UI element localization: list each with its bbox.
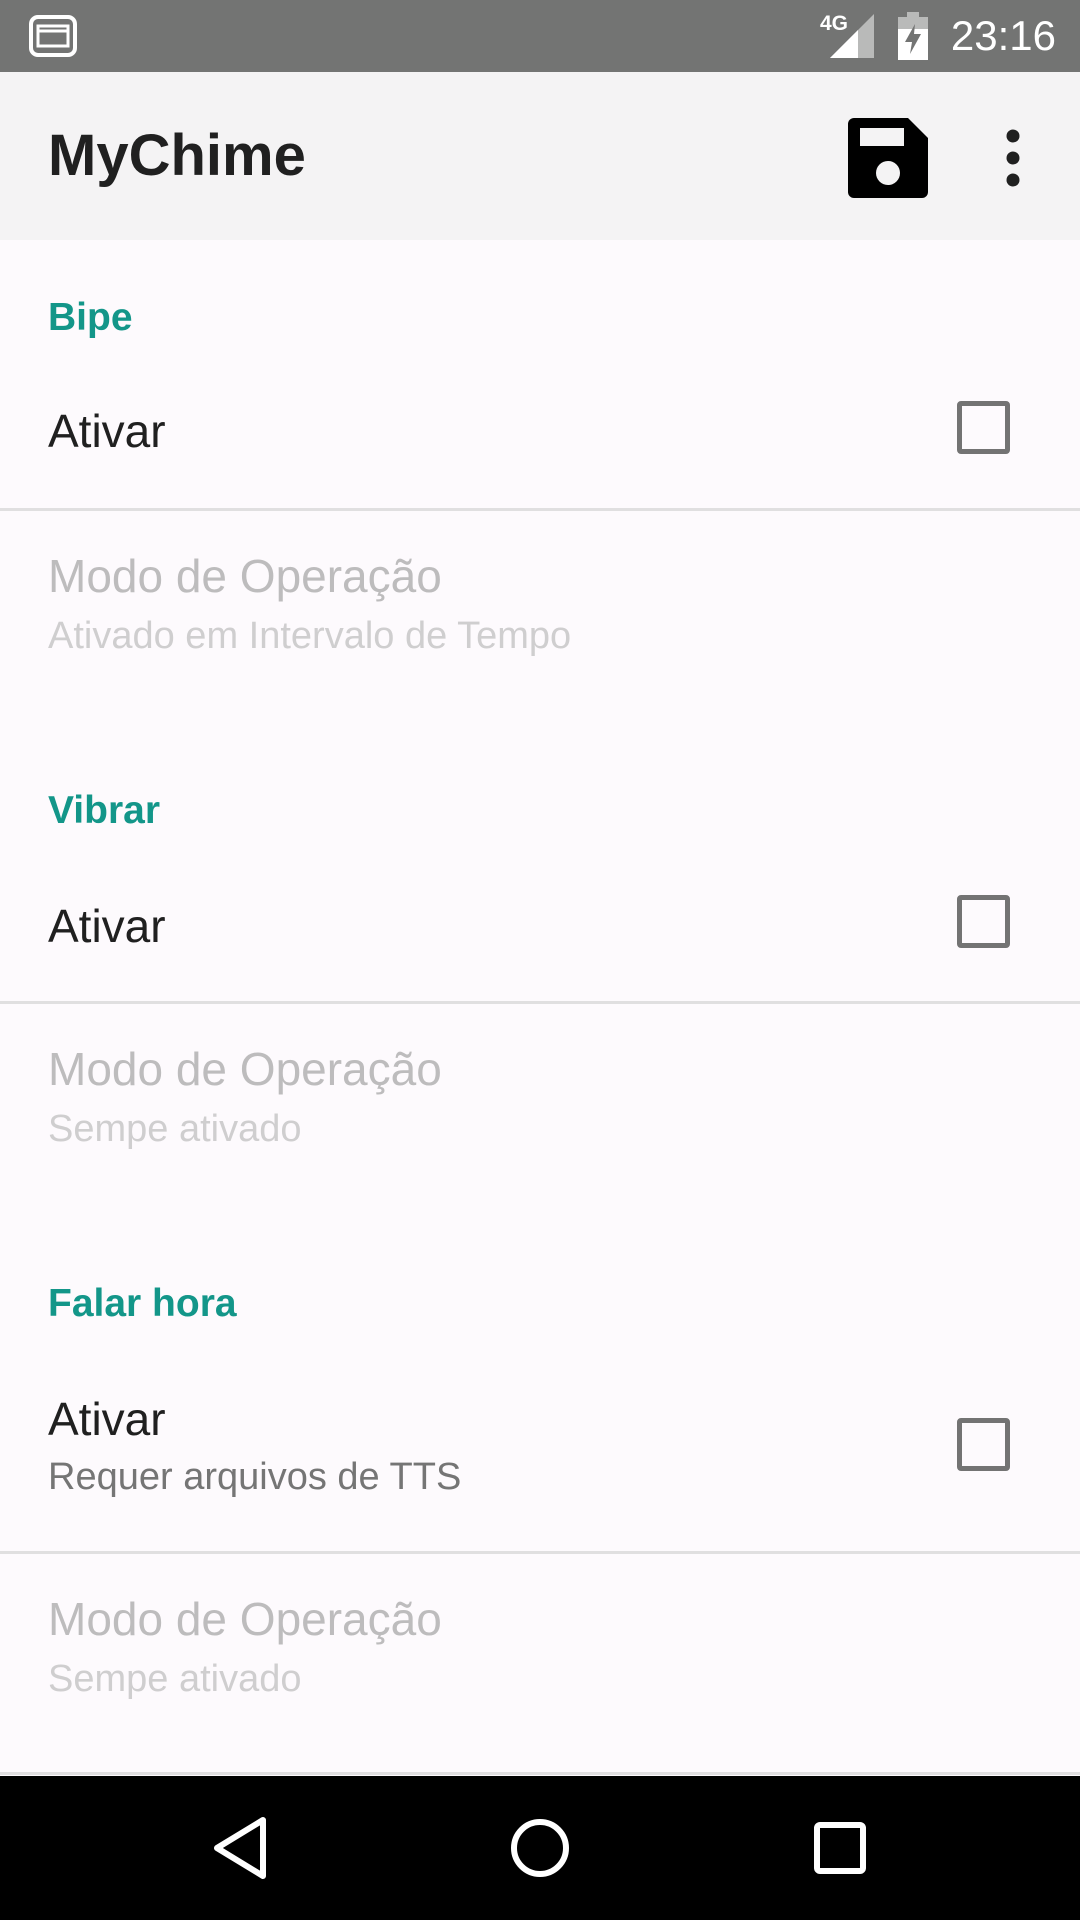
preference-row-bipe-mode[interactable]: Modo de Operação Ativado em Intervalo de… <box>0 511 1080 676</box>
preference-title: Ativar <box>48 1393 166 1445</box>
more-vert-icon[interactable] <box>988 118 1038 198</box>
app-notification-icon <box>29 15 77 57</box>
divider <box>0 1772 1080 1775</box>
status-bar: 4G 23:16 <box>0 0 1080 72</box>
battery-charging-icon <box>898 12 928 60</box>
preference-row-bipe-enable[interactable]: Ativar <box>0 360 1080 508</box>
vibrar-enable-checkbox[interactable] <box>957 895 1010 948</box>
preference-summary: Ativado em Intervalo de Tempo <box>48 615 572 657</box>
bipe-enable-checkbox[interactable] <box>957 401 1010 454</box>
preference-row-falar-hora-mode[interactable]: Modo de Operação Sempe ativado <box>0 1554 1080 1719</box>
back-icon[interactable] <box>200 1812 280 1884</box>
section-header-bipe: Bipe <box>48 296 133 339</box>
app-bar: MyChime <box>0 72 1080 240</box>
preference-title: Ativar <box>48 900 166 952</box>
preference-title: Modo de Operação <box>48 1593 442 1645</box>
recents-icon[interactable] <box>800 1812 880 1884</box>
home-icon[interactable] <box>500 1812 580 1884</box>
network-type-label: 4G <box>820 12 849 35</box>
app-title: MyChime <box>48 123 306 188</box>
falar-hora-enable-checkbox[interactable] <box>957 1418 1010 1471</box>
save-icon[interactable] <box>848 118 928 198</box>
section-header-vibrar: Vibrar <box>48 789 161 832</box>
settings-list: Bipe Ativar Modo de Operação Ativado em … <box>0 240 1080 1776</box>
preference-row-falar-hora-enable[interactable]: Ativar Requer arquivos de TTS <box>0 1348 1080 1548</box>
preference-title: Ativar <box>48 405 166 457</box>
preference-summary: Sempe ativado <box>48 1658 302 1700</box>
preference-title: Modo de Operação <box>48 550 442 602</box>
preference-row-vibrar-enable[interactable]: Ativar <box>0 855 1080 1003</box>
section-header-falar-hora: Falar hora <box>48 1282 237 1325</box>
status-clock: 23:16 <box>950 12 1056 59</box>
preference-summary: Sempe ativado <box>48 1108 302 1150</box>
preference-title: Modo de Operação <box>48 1043 442 1095</box>
navigation-bar <box>0 1776 1080 1920</box>
preference-summary: Requer arquivos de TTS <box>48 1456 462 1498</box>
preference-row-vibrar-mode[interactable]: Modo de Operação Sempe ativado <box>0 1004 1080 1169</box>
